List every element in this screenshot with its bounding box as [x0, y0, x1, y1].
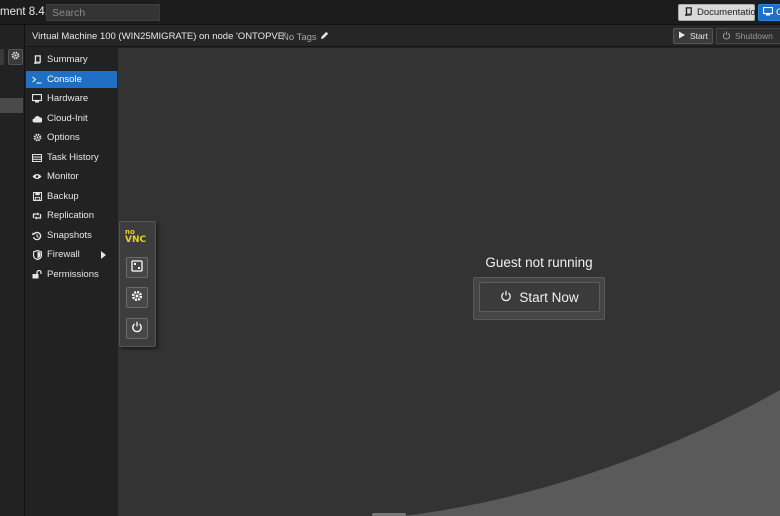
menu-item-label: Cloud-Init	[47, 113, 88, 124]
menu-item-label: Firewall	[47, 249, 80, 260]
gear-icon	[11, 51, 20, 63]
console-viewport[interactable]	[118, 48, 780, 516]
unlock-icon	[32, 270, 42, 280]
tags-label: No Tags	[282, 31, 317, 43]
menu-item-hardware[interactable]: Hardware	[26, 90, 117, 107]
guest-status-message: Guest not running	[485, 255, 593, 270]
menu-item-label: Hardware	[47, 93, 89, 104]
menu-item-summary[interactable]: Summary	[26, 51, 117, 68]
pencil-icon[interactable]	[320, 31, 329, 43]
search-input[interactable]	[46, 4, 160, 21]
shutdown-button[interactable]: Shutdown	[716, 28, 780, 44]
novnc-logo-bottom: VNC	[125, 235, 147, 245]
menu-item-label: Backup	[47, 191, 79, 202]
menu-item-backup[interactable]: Backup	[26, 188, 117, 205]
menu-item-console[interactable]: Console	[26, 71, 117, 88]
desktop-icon	[762, 6, 774, 19]
menu-item-label: Snapshots	[47, 230, 92, 241]
power-button[interactable]	[126, 318, 148, 339]
documentation-button[interactable]: Documentation	[678, 4, 761, 21]
start-button[interactable]: Start	[673, 28, 713, 44]
history-icon	[32, 231, 42, 241]
menu-item-label: Permissions	[47, 269, 99, 280]
menu-item-firewall[interactable]: Firewall	[26, 246, 117, 263]
power-icon	[500, 290, 512, 305]
gear-icon	[131, 290, 143, 305]
start-now-label: Start Now	[519, 289, 579, 305]
menu-item-options[interactable]: Options	[26, 129, 117, 146]
terminal-icon	[32, 75, 42, 85]
shutdown-label: Shutdown	[735, 31, 773, 41]
create-vm-button[interactable]: C	[758, 4, 780, 21]
shield-icon	[32, 249, 42, 260]
settings-button[interactable]	[126, 287, 148, 308]
menu-item-monitor[interactable]: Monitor	[26, 168, 117, 185]
tree-view-selector[interactable]	[0, 49, 4, 65]
monitor-icon	[32, 94, 42, 104]
tags-editor[interactable]: No Tags	[282, 31, 329, 43]
book-icon	[684, 6, 693, 19]
tree-node-selected[interactable]	[0, 98, 23, 113]
list-icon	[32, 153, 42, 163]
menu-item-label: Options	[47, 132, 80, 143]
vm-side-menu: Summary Console Hardware Cloud-Init Opti…	[26, 49, 118, 516]
menu-item-snapshots[interactable]: Snapshots	[26, 227, 117, 244]
power-icon	[131, 321, 143, 336]
menu-item-label: Replication	[47, 210, 94, 221]
retweet-icon	[32, 211, 42, 221]
menu-item-task-history[interactable]: Task History	[26, 149, 117, 166]
play-icon	[678, 31, 686, 41]
top-bar: ment 8.4.1 Documentation C	[0, 0, 780, 25]
menu-item-cloud-init[interactable]: Cloud-Init	[26, 110, 117, 127]
background-sweep	[403, 390, 780, 516]
book-icon	[32, 55, 42, 65]
power-icon	[722, 30, 731, 42]
vm-title: Virtual Machine 100 (WIN25MIGRATE) on no…	[32, 31, 286, 42]
menu-item-label: Task History	[47, 152, 99, 163]
gear-icon	[32, 133, 42, 143]
submenu-arrow-icon	[101, 251, 106, 259]
menu-item-label: Summary	[47, 54, 88, 65]
menu-item-replication[interactable]: Replication	[26, 207, 117, 224]
novnc-control-bar: no VNC	[119, 221, 156, 347]
eye-icon	[32, 172, 42, 182]
keyboard-icon	[131, 260, 143, 275]
start-now-button[interactable]: Start Now	[479, 282, 600, 312]
menu-item-label: Console	[47, 74, 82, 85]
floppy-icon	[32, 192, 42, 202]
fullscreen-button[interactable]	[126, 257, 148, 278]
start-label: Start	[690, 31, 708, 41]
menu-item-label: Monitor	[47, 171, 79, 182]
create-label: C	[776, 7, 780, 18]
menu-item-permissions[interactable]: Permissions	[26, 266, 117, 283]
novnc-logo: no VNC	[125, 228, 147, 245]
documentation-label: Documentation	[697, 7, 761, 18]
resource-tree	[0, 25, 25, 516]
cloud-icon	[32, 114, 42, 124]
tree-settings-button[interactable]	[8, 49, 23, 65]
vm-header: Virtual Machine 100 (WIN25MIGRATE) on no…	[26, 25, 780, 47]
